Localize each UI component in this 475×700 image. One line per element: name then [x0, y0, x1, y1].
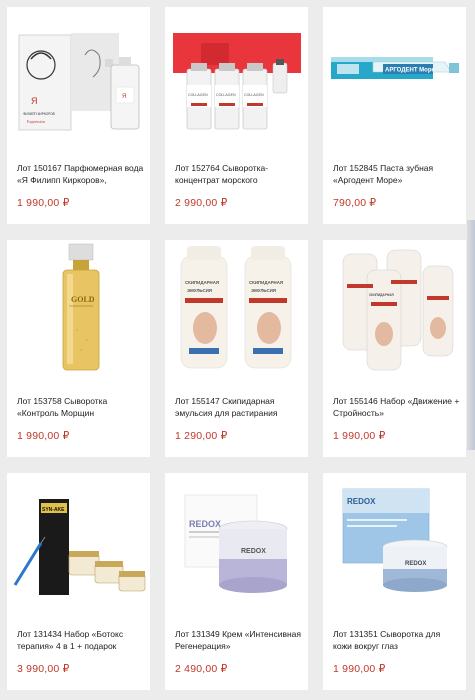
svg-text:ЭМУЛЬСИЯ: ЭМУЛЬСИЯ: [187, 288, 212, 293]
svg-text:GOLD: GOLD: [71, 295, 95, 304]
scroll-edge: [467, 220, 475, 450]
emulsion-bottles-image[interactable]: СКИПИДАРНАЯ ЭМУЛЬСИЯ СКИПИДАРНАЯ ЭМУЛЬСИ…: [165, 240, 308, 380]
cream-jar-image[interactable]: REDOX REDOX: [165, 473, 308, 613]
product-price: 2 490,00 ₽: [175, 663, 228, 675]
product-card[interactable]: GOLD Лот 153758 Сыворотка «Контроль Морщ…: [7, 240, 150, 457]
product-card[interactable]: Я ФИЛИПП КИРКОРОВ Expression Я Лот 15016…: [7, 7, 150, 224]
svg-text:REDOX: REDOX: [241, 548, 266, 555]
product-title[interactable]: Лот 155147 Скипидарная эмульсия для раст…: [175, 395, 303, 421]
product-card[interactable]: СКИПИДАРНАЯ Лот 155146 Набор «Движение +…: [323, 240, 466, 457]
svg-text:COLLAGEN: COLLAGEN: [216, 93, 236, 97]
svg-text:Я: Я: [122, 94, 126, 100]
product-title[interactable]: Лот 153758 Сыворотка «Контроль Морщин: [17, 395, 145, 421]
product-title[interactable]: Лот 155146 Набор «Движение + Стройность»: [333, 395, 461, 421]
product-card[interactable]: REDOX REDOX Лот 131351 Сыворотка для кож…: [323, 473, 466, 690]
svg-text:СКИПИДАРНАЯ: СКИПИДАРНАЯ: [369, 293, 394, 297]
product-price: 2 990,00 ₽: [175, 197, 228, 209]
svg-text:ФИЛИПП КИРКОРОВ: ФИЛИПП КИРКОРОВ: [23, 112, 55, 116]
svg-text:REDOX: REDOX: [347, 497, 376, 506]
toothpaste-image[interactable]: АРГОДЕНТ Море: [323, 7, 466, 147]
svg-text:COLLAGEN: COLLAGEN: [188, 93, 208, 97]
svg-text:СКИПИДАРНАЯ: СКИПИДАРНАЯ: [249, 280, 283, 285]
serum-vials-image[interactable]: COLLAGEN COLLAGEN COLLAGEN: [165, 7, 308, 147]
product-price: 790,00 ₽: [333, 197, 377, 209]
product-title[interactable]: Лот 131349 Крем «Интенсивная Регенерация…: [175, 628, 303, 654]
product-title[interactable]: Лот 131351 Сыворотка для кожи вокруг гла…: [333, 628, 461, 654]
product-grid: Я ФИЛИПП КИРКОРОВ Expression Я Лот 15016…: [7, 7, 466, 690]
svg-text:СКИПИДАРНАЯ: СКИПИДАРНАЯ: [185, 280, 219, 285]
product-price: 3 990,00 ₽: [17, 663, 70, 675]
product-price: 1 990,00 ₽: [17, 430, 70, 442]
svg-text:REDOX: REDOX: [189, 519, 221, 529]
svg-text:SYN-AKE: SYN-AKE: [42, 507, 65, 513]
product-price: 1 990,00 ₽: [333, 430, 386, 442]
product-card[interactable]: REDOX REDOX Лот 131349 Крем «Интенсивная…: [165, 473, 308, 690]
product-title[interactable]: Лот 150167 Парфюмерная вода «Я Филипп Ки…: [17, 162, 145, 188]
svg-text:ЭМУЛЬСИЯ: ЭМУЛЬСИЯ: [251, 288, 276, 293]
product-title[interactable]: Лот 152845 Паста зубная «Аргодент Море»: [333, 162, 461, 188]
svg-text:Expression: Expression: [27, 119, 45, 124]
product-card[interactable]: SYN-AKE Лот 131434 Набор «Ботокс терапия…: [7, 473, 150, 690]
product-card[interactable]: АРГОДЕНТ Море Лот 152845 Паста зубная «А…: [323, 7, 466, 224]
product-card[interactable]: СКИПИДАРНАЯ ЭМУЛЬСИЯ СКИПИДАРНАЯ ЭМУЛЬСИ…: [165, 240, 308, 457]
product-title[interactable]: Лот 131434 Набор «Ботокс терапия» 4 в 1 …: [17, 628, 145, 654]
bottle-set-image[interactable]: СКИПИДАРНАЯ: [323, 240, 466, 380]
product-card[interactable]: COLLAGEN COLLAGEN COLLAGEN Лот 152764 Сы…: [165, 7, 308, 224]
gold-spray-image[interactable]: GOLD: [7, 240, 150, 380]
eye-serum-image[interactable]: REDOX REDOX: [323, 473, 466, 613]
svg-text:АРГОДЕНТ Море: АРГОДЕНТ Море: [385, 68, 436, 74]
perfume-bottle-image[interactable]: Я ФИЛИПП КИРКОРОВ Expression Я: [7, 7, 150, 147]
product-price: 1 990,00 ₽: [17, 197, 70, 209]
product-price: 1 990,00 ₽: [333, 663, 386, 675]
svg-text:COLLAGEN: COLLAGEN: [244, 93, 264, 97]
svg-text:REDOX: REDOX: [405, 561, 426, 567]
product-price: 1 290,00 ₽: [175, 430, 228, 442]
svg-text:Я: Я: [31, 96, 38, 106]
product-title[interactable]: Лот 152764 Сыворотка-концентрат морского: [175, 162, 303, 188]
botox-set-image[interactable]: SYN-AKE: [7, 473, 150, 613]
